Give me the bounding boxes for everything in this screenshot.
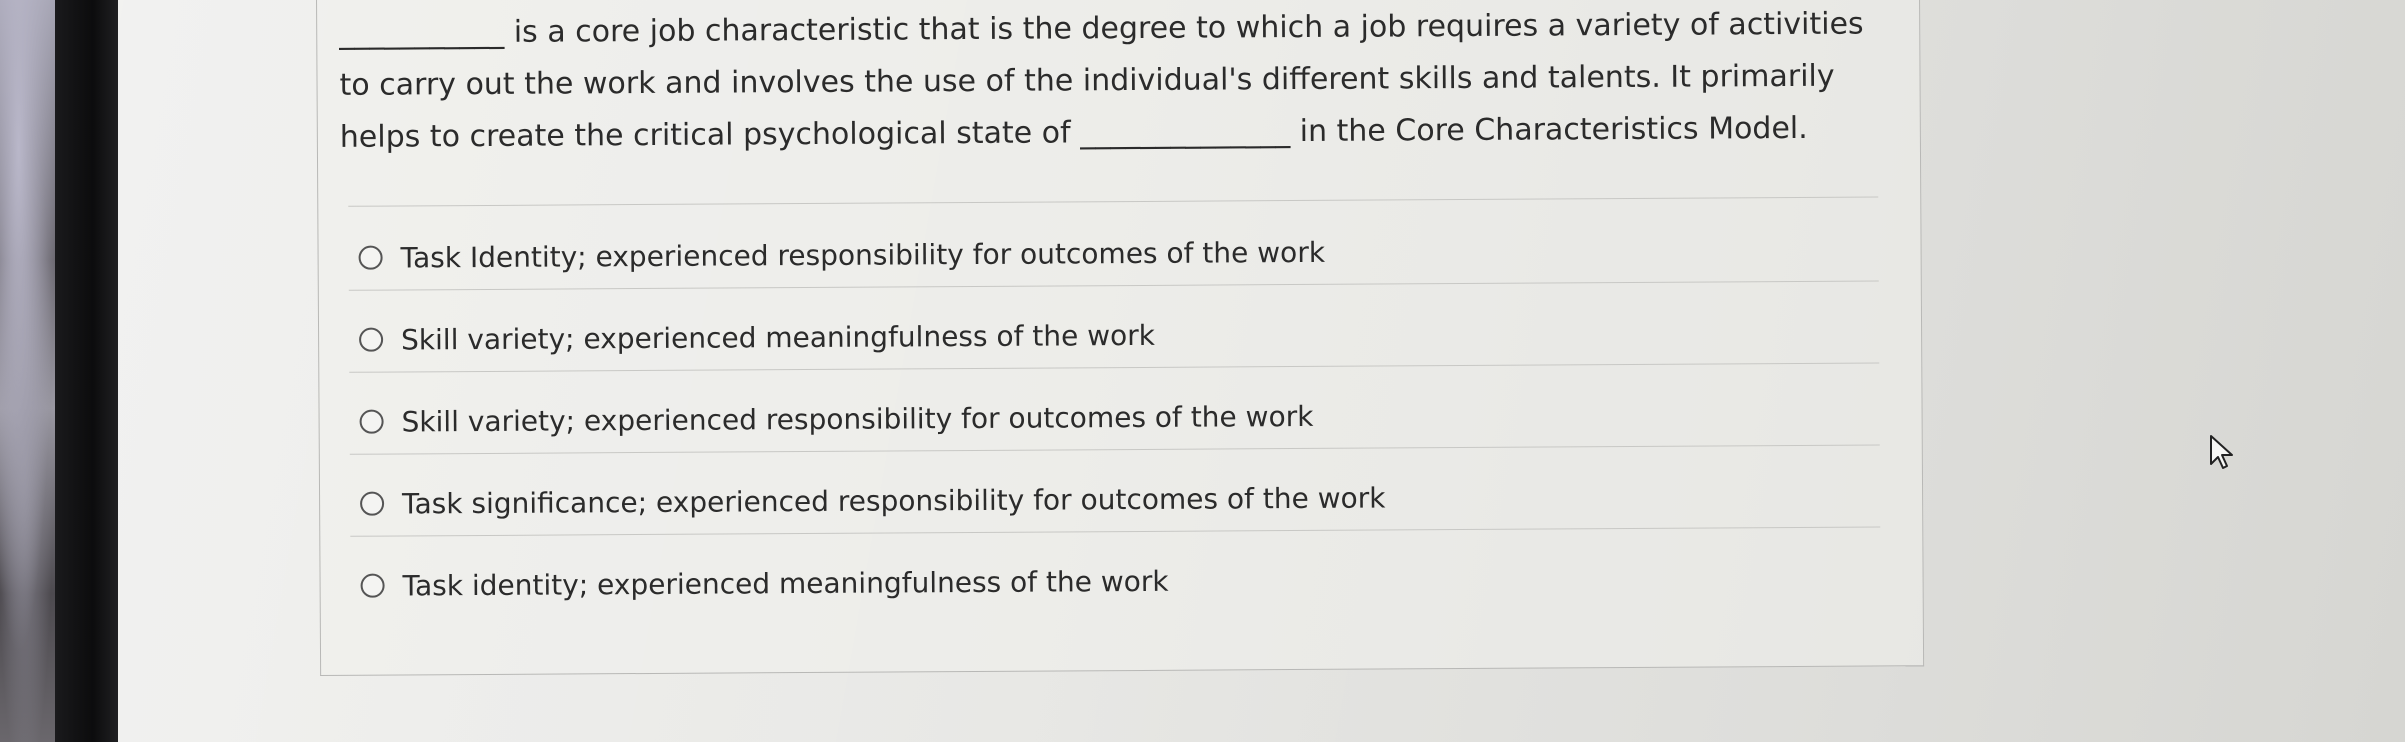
answer-option-label: Task identity; experienced meaningfulnes… [402,564,1169,602]
answer-option-label: Skill variety; experienced meaningfulnes… [400,318,1156,356]
monitor-bezel [55,0,118,742]
answer-option-5[interactable]: Task identity; experienced meaningfulnes… [360,559,1169,608]
separator [348,196,1879,207]
question-text: ___________ is a core job characteristic… [339,6,1864,155]
answer-option-label: Task significance; experienced responsib… [402,480,1386,520]
question-card: ___________ is a core job characteristic… [316,0,1925,676]
photo-background-edge [0,0,62,742]
separator [350,526,1881,537]
answer-option-2[interactable]: Skill variety; experienced meaningfulnes… [359,313,1155,362]
radio-button-icon[interactable] [359,409,384,434]
radio-button-icon[interactable] [360,573,385,598]
separator [348,280,1879,291]
radio-button-icon[interactable] [359,327,384,352]
mouse-pointer-icon [2210,435,2233,469]
answer-option-1[interactable]: Task Identity; experienced responsibilit… [358,230,1325,280]
radio-button-icon[interactable] [360,491,385,516]
answer-option-4[interactable]: Task significance; experienced responsib… [360,475,1386,525]
answer-option-label: Task Identity; experienced responsibilit… [400,235,1326,274]
answer-option-3[interactable]: Skill variety; experienced responsibilit… [359,394,1313,444]
radio-button-icon[interactable] [358,245,383,270]
separator [349,444,1880,455]
separator [349,362,1880,373]
answer-option-label: Skill variety; experienced responsibilit… [401,399,1314,438]
